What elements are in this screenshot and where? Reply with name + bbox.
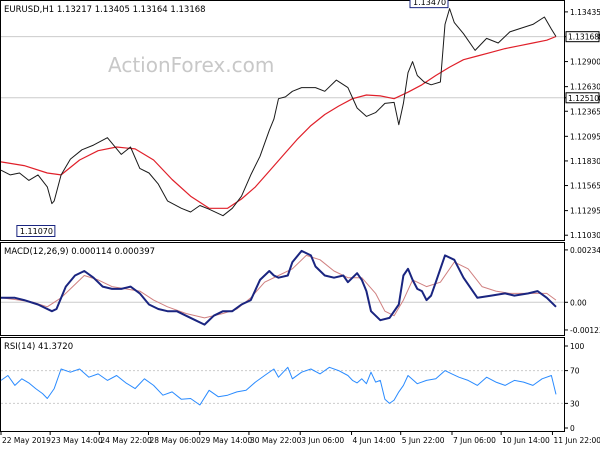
rsi-axis-tick-label: 100 bbox=[570, 342, 585, 351]
macd-signal-line bbox=[0, 254, 557, 319]
rsi-panel-frame bbox=[0, 337, 565, 432]
price-line bbox=[0, 8, 557, 217]
price-axis-tick-label: 1.12365 bbox=[570, 107, 600, 116]
time-tick-label: 24 May 22:00 bbox=[100, 436, 152, 445]
low-annotation-label: 1.11070 bbox=[20, 227, 53, 236]
watermark: ActionForex.com bbox=[108, 53, 274, 77]
time-tick-label: 28 May 06:00 bbox=[149, 436, 201, 445]
macd-axis-tick-label: 0.00 bbox=[570, 298, 587, 307]
price-axis-tick-label: 1.12900 bbox=[570, 58, 600, 67]
time-tick-label: 7 Jun 06:00 bbox=[453, 436, 496, 445]
time-tick-label: 4 Jun 14:00 bbox=[353, 436, 396, 445]
macd-axis-tick-label: 0.002345 bbox=[570, 246, 600, 255]
rsi-axis-tick-label: 70 bbox=[570, 367, 580, 376]
rsi-panel-marks: 100 70 30 0 bbox=[0, 342, 585, 433]
time-tick-label: 30 May 22:00 bbox=[250, 436, 302, 445]
price-axis-tick-label: 1.12630 bbox=[570, 83, 600, 92]
time-axis: 22 May 2019 23 May 14:0024 May 22:0028 Ma… bbox=[0, 431, 600, 445]
price-axis-tick-label: 1.13435 bbox=[570, 8, 600, 17]
macd-axis-tick-label: -0.001239 bbox=[570, 326, 600, 335]
high-annotation-label: 1.13470 bbox=[413, 0, 446, 7]
price-axis-tick-label: 1.11565 bbox=[570, 182, 600, 191]
rsi-axis-tick-label: 0 bbox=[570, 424, 575, 433]
rsi-title: RSI(14) 41.3720 bbox=[4, 342, 73, 352]
time-tick-label: 10 Jun 14:00 bbox=[502, 436, 550, 445]
time-tick-label: 11 Jun 22:00 bbox=[553, 436, 600, 445]
main-panel-marks: 1.13435 1.13168 1.12900 1.12630 1.12510 1.123… bbox=[0, 0, 600, 240]
last-price-tag-label: 1.13168 bbox=[568, 33, 599, 42]
main-chart-title: EURUSD,H1 1.13217 1.13405 1.13164 1.1316… bbox=[4, 5, 206, 15]
time-tick-label: 29 May 14:00 bbox=[201, 436, 253, 445]
time-tick-label: 5 Jun 22:00 bbox=[402, 436, 445, 445]
price-axis-tick-label: 1.11830 bbox=[570, 157, 600, 166]
macd-line bbox=[1, 249, 557, 326]
macd-title: MACD(12,26,9) 0.000114 0.000397 bbox=[4, 247, 155, 257]
time-tick-label: 22 May 2019 bbox=[2, 436, 51, 445]
price-axis-tick-label: 1.11295 bbox=[570, 207, 600, 216]
time-tick-label: 23 May 14:00 bbox=[51, 436, 103, 445]
rsi-axis-tick-label: 30 bbox=[570, 399, 580, 408]
price-chart: ActionForex.com EURUSD,H1 1.13217 1.1340… bbox=[0, 0, 600, 445]
time-tick-label: 3 Jun 06:00 bbox=[301, 436, 344, 445]
price-axis-tick-label: 1.11030 bbox=[570, 231, 600, 240]
price-axis-tick-label: 1.12095 bbox=[570, 132, 600, 141]
moving-average-line bbox=[0, 35, 557, 209]
rsi-line bbox=[0, 366, 557, 406]
macd-panel-marks: 0.002345 0.00 -0.001239 bbox=[0, 246, 600, 335]
level-tag-label: 1.12510 bbox=[568, 94, 599, 103]
